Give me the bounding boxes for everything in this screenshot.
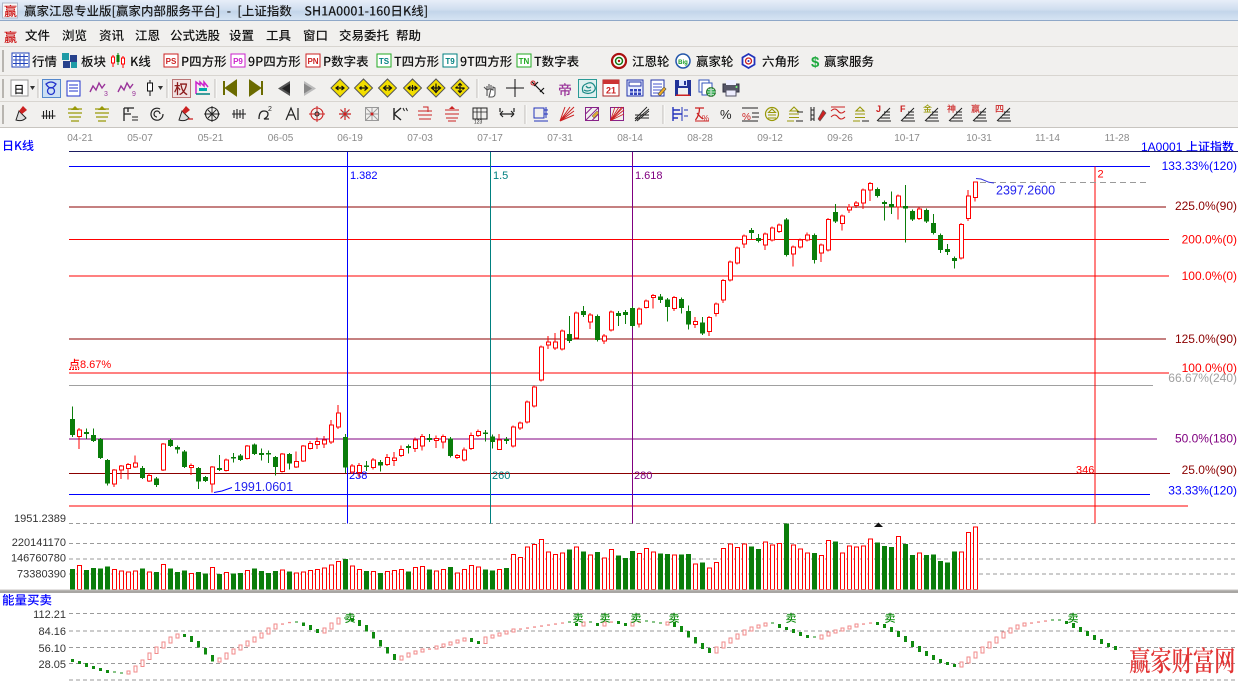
svg-text:11-28: 11-28 [1105,133,1130,144]
svg-text:07-17: 07-17 [477,133,503,144]
svg-text:09-26: 09-26 [827,133,853,144]
svg-text:100.0%(0): 100.0%(0) [1182,269,1237,283]
svg-text:1951.2389: 1951.2389 [14,513,66,525]
svg-text:21: 21 [606,86,616,96]
svg-text:T9: T9 [445,57,455,66]
svg-text:125.0%(90): 125.0%(90) [1175,332,1237,346]
svg-text:50.0%(180): 50.0%(180) [1175,432,1237,446]
svg-text:66.67%(240): 66.67%(240) [1168,371,1237,385]
svg-text:280: 280 [634,470,652,482]
svg-text:J: J [876,104,881,114]
svg-text:TN: TN [519,57,530,66]
svg-text:08-28: 08-28 [687,133,713,144]
svg-text:2: 2 [268,106,272,113]
svg-text:P9: P9 [233,57,243,66]
svg-text:%: % [702,114,709,123]
svg-text:2: 2 [1098,169,1104,181]
svg-text:07-31: 07-31 [547,133,573,144]
svg-text:84.16: 84.16 [38,626,66,638]
svg-text:73380390: 73380390 [17,569,66,581]
svg-text:10-31: 10-31 [966,133,992,144]
svg-text:05-21: 05-21 [198,133,224,144]
svg-text:133.33%(120): 133.33%(120) [1162,159,1237,173]
svg-text:06-05: 06-05 [268,133,294,144]
svg-text:25.0%(90): 25.0%(90) [1182,463,1237,477]
svg-text:05-07: 05-07 [127,133,153,144]
svg-text:2397.2600: 2397.2600 [996,184,1055,198]
svg-text:1991.0601: 1991.0601 [234,480,293,494]
svg-text:3: 3 [104,91,108,98]
svg-text:$: $ [811,54,820,71]
svg-text:%: % [720,107,732,122]
svg-text:225.0%(90): 225.0%(90) [1175,199,1237,213]
svg-text:220141170: 220141170 [12,537,66,549]
svg-text:200.0%(0): 200.0%(0) [1182,233,1237,247]
svg-text:10-17: 10-17 [894,133,920,144]
svg-text:56.10: 56.10 [38,643,66,655]
svg-text:1.618: 1.618 [635,170,663,182]
svg-text:Big: Big [678,60,688,66]
svg-text:346: 346 [1076,465,1094,477]
svg-text:PN: PN [307,57,318,66]
svg-text:28.05: 28.05 [38,659,66,671]
svg-text:PS: PS [166,57,177,66]
svg-text:9: 9 [132,91,136,98]
svg-text:260: 260 [492,470,510,482]
svg-text:8.67%: 8.67% [80,359,111,371]
svg-text:04-21: 04-21 [67,133,93,144]
svg-text:07-03: 07-03 [407,133,433,144]
svg-text:1.5: 1.5 [493,170,508,182]
svg-text:TS: TS [379,57,390,66]
svg-text:08-14: 08-14 [617,133,643,144]
svg-text:123: 123 [474,120,483,126]
svg-text:11-14: 11-14 [1035,133,1060,144]
svg-text:09-12: 09-12 [757,133,783,144]
svg-text:112.21: 112.21 [33,609,66,621]
svg-text:06-19: 06-19 [337,133,363,144]
svg-text:33.33%(120): 33.33%(120) [1168,484,1237,498]
svg-text:1.382: 1.382 [350,170,378,182]
svg-text:146760780: 146760780 [11,553,66,565]
svg-text:F: F [900,104,906,114]
